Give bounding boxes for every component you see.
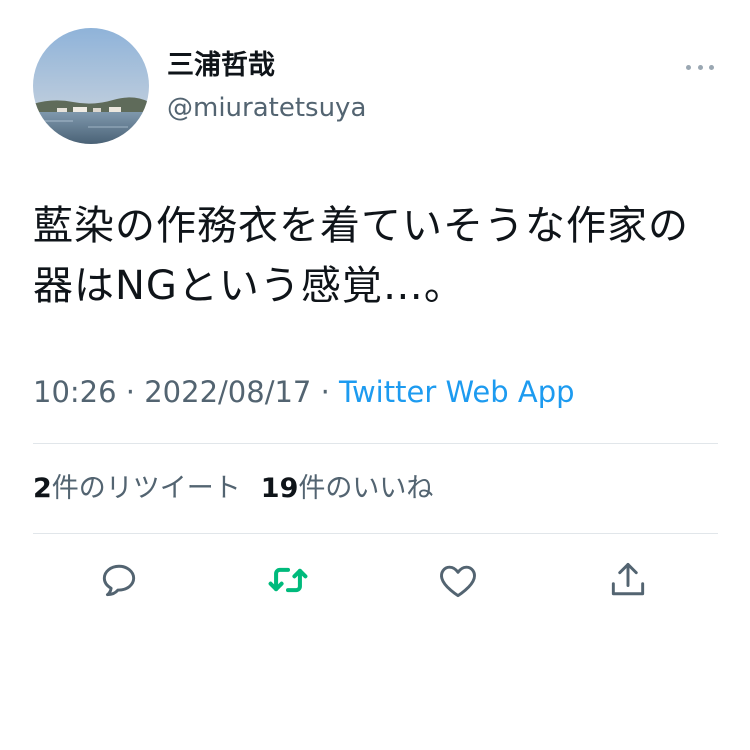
tweet-date[interactable]: 2022/08/17 <box>144 375 311 409</box>
retweets-stat[interactable]: 2件のリツイート <box>33 473 241 504</box>
divider <box>33 533 718 534</box>
retweets-count: 2 <box>33 473 52 504</box>
reply-icon <box>102 564 136 597</box>
share-button[interactable] <box>606 558 650 602</box>
like-button[interactable] <box>436 558 480 602</box>
more-dot <box>697 64 703 70</box>
heart-icon <box>440 565 476 598</box>
tweet-time[interactable]: 10:26 <box>33 375 117 409</box>
avatar[interactable] <box>33 28 149 144</box>
avatar-photo <box>33 28 149 144</box>
divider <box>33 443 718 444</box>
retweet-button[interactable] <box>266 558 310 602</box>
tweet-source-link[interactable]: Twitter Web App <box>339 375 575 409</box>
user-handle[interactable]: @miuratetsuya <box>167 91 366 125</box>
reply-button[interactable] <box>97 558 141 602</box>
meta-separator: · <box>311 375 340 409</box>
likes-label: 件のいいね <box>298 473 434 504</box>
tweet-text: 藍染の作務衣を着ていそうな作家の器はNGという感覚…。 <box>33 203 689 309</box>
more-options-icon[interactable] <box>680 54 720 80</box>
retweet-icon <box>268 567 308 593</box>
display-name[interactable]: 三浦哲哉 <box>167 49 275 83</box>
more-dot <box>709 64 714 70</box>
likes-stat[interactable]: 19件のいいね <box>261 473 434 504</box>
retweets-label: 件のリツイート <box>51 473 241 504</box>
likes-count: 19 <box>260 473 299 504</box>
share-icon <box>611 562 645 596</box>
more-dot <box>686 64 691 70</box>
meta-separator: · <box>116 375 145 409</box>
tweet-metadata: 10:26 · 2022/08/17 · Twitter Web App <box>33 372 575 412</box>
engagement-stats: 2件のリツイート 19件のいいね <box>33 469 433 509</box>
